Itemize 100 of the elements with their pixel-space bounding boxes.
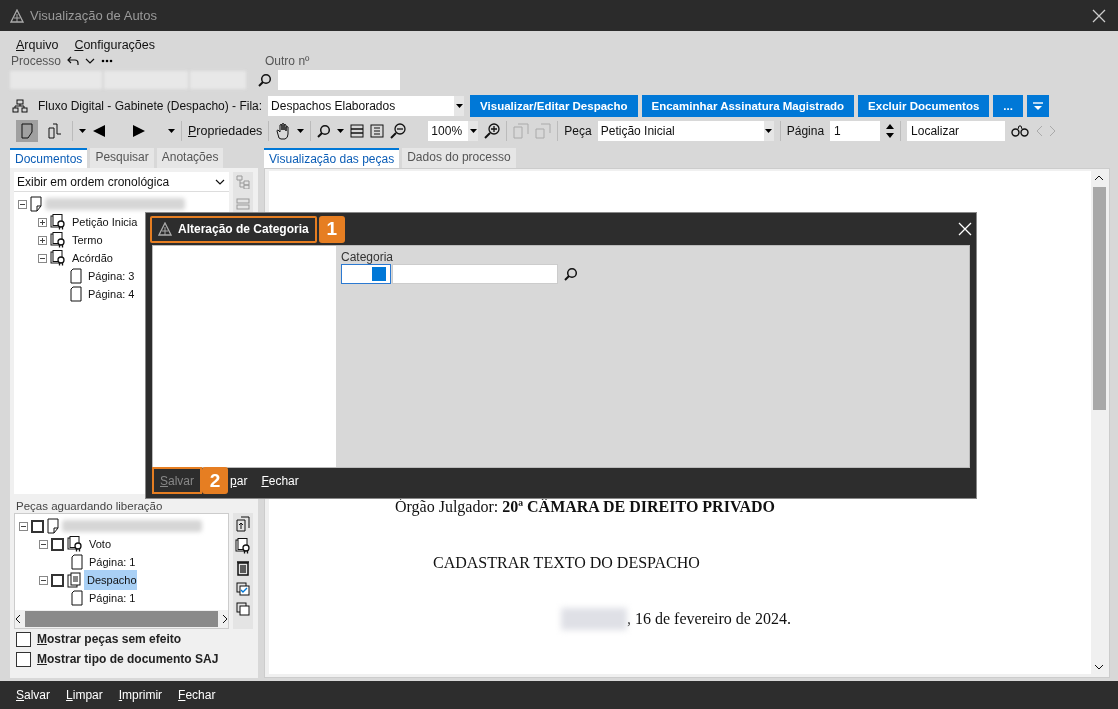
check-all-icon[interactable] xyxy=(236,582,250,596)
footer-button[interactable]: Limpar xyxy=(66,688,103,702)
action-button[interactable]: Encaminhar Assinatura Magistrado xyxy=(641,94,855,117)
collapse-icon[interactable] xyxy=(39,575,48,585)
checkbox[interactable] xyxy=(51,537,64,551)
checkbox[interactable] xyxy=(16,631,31,647)
dialog-title: Alteração de Categoria xyxy=(150,215,317,243)
tab[interactable]: Documentos xyxy=(10,148,88,168)
checkbox-label[interactable]: Mostrar peças sem efeito xyxy=(37,632,182,646)
field-label: Processo xyxy=(11,54,62,68)
tree-item[interactable]: Página: 3 xyxy=(85,269,138,283)
logo-icon xyxy=(158,222,172,236)
collapse-icon[interactable] xyxy=(18,199,27,209)
dropdown-arrow-icon[interactable] xyxy=(79,128,86,133)
footer-button[interactable]: Fechar xyxy=(178,688,216,702)
menu-item[interactable]: Arquivo xyxy=(16,37,59,52)
search-icon[interactable] xyxy=(258,73,272,87)
collapse-icon[interactable] xyxy=(38,253,47,263)
fit-page-icon[interactable] xyxy=(370,123,385,138)
dropdown-arrow-icon[interactable] xyxy=(337,128,345,133)
dropdown-arrow-icon[interactable] xyxy=(469,128,477,133)
tree-item[interactable]: Petição Inicia xyxy=(69,215,141,229)
page-view-icon xyxy=(21,122,33,139)
dropdown-arrow-icon[interactable] xyxy=(297,128,305,133)
binoculars-icon[interactable] xyxy=(1011,124,1030,137)
zoom-out-icon[interactable] xyxy=(390,122,407,139)
expand-icon[interactable] xyxy=(38,217,47,227)
footer-button[interactable]: Salvar xyxy=(16,688,51,702)
close-icon[interactable] xyxy=(1092,8,1106,23)
zoom-select[interactable]: 100% xyxy=(428,120,479,141)
scroll-down-icon[interactable] xyxy=(1094,664,1104,670)
search-icon[interactable] xyxy=(317,123,332,138)
trash-icon[interactable] xyxy=(237,560,249,576)
dropdown-arrow-icon[interactable] xyxy=(455,103,463,108)
tree-item[interactable]: Acórdão xyxy=(69,251,116,265)
scrollbar-thumb[interactable] xyxy=(1092,187,1106,410)
collapse-icon[interactable] xyxy=(39,539,48,549)
expand-icon[interactable] xyxy=(38,235,47,245)
find-field[interactable]: Localizar xyxy=(907,120,1006,141)
dropdown-arrow-icon[interactable] xyxy=(168,128,175,133)
action-button[interactable]: Excluir Documentos xyxy=(858,94,990,117)
tree-item[interactable]: Página: 1 xyxy=(86,555,139,569)
logo-icon xyxy=(10,8,24,23)
page-icon xyxy=(71,590,83,606)
clipboard-icon xyxy=(67,572,81,588)
code-field[interactable] xyxy=(341,264,391,284)
next-icon[interactable] xyxy=(132,123,146,138)
dialog-button[interactable]: par xyxy=(230,473,248,488)
tree-item[interactable]: Página: 4 xyxy=(85,287,138,301)
dropdown-arrow-icon[interactable] xyxy=(765,128,773,133)
scroll-right-icon[interactable] xyxy=(222,614,228,624)
menu-item[interactable]: Configurações xyxy=(74,37,155,52)
document-icon xyxy=(47,518,59,534)
checkbox-label[interactable]: Mostrar tipo de documento SAJ xyxy=(37,652,219,666)
flowchart-icon xyxy=(12,98,28,113)
properties-button[interactable]: Propriedades xyxy=(188,123,263,138)
zoom-in-icon[interactable] xyxy=(484,122,501,139)
chevron-down-icon[interactable] xyxy=(215,178,225,185)
tree-item[interactable]: Página: 1 xyxy=(86,591,139,605)
number-field[interactable] xyxy=(278,70,400,90)
scroll-up-icon[interactable] xyxy=(1094,175,1104,181)
tree-item[interactable]: Despacho xyxy=(84,570,137,590)
piece-select[interactable]: Petição Inicial xyxy=(597,120,774,141)
category-field[interactable] xyxy=(392,264,558,284)
search-icon[interactable] xyxy=(564,267,578,281)
tree-item[interactable]: Termo xyxy=(69,233,106,247)
field-label: Peça xyxy=(564,123,592,138)
release-icon[interactable] xyxy=(236,516,250,532)
text-selection xyxy=(372,267,386,281)
view-toggle[interactable] xyxy=(16,119,38,142)
chevron-down-icon[interactable] xyxy=(85,58,96,64)
undo-icon[interactable] xyxy=(67,56,80,66)
checkbox[interactable] xyxy=(16,651,31,667)
page-icon xyxy=(71,554,83,570)
field-label: Categoria xyxy=(341,250,395,264)
action-button[interactable]: ... xyxy=(993,94,1023,117)
action-button[interactable]: Visualizar/Editar Despacho xyxy=(470,94,638,117)
copy-icon[interactable] xyxy=(236,602,250,616)
menu-button[interactable] xyxy=(1026,94,1049,117)
queue-select[interactable]: Despachos Elaborados xyxy=(268,95,465,116)
scrollbar-thumb[interactable] xyxy=(25,611,218,627)
tab[interactable]: Anotações xyxy=(156,148,224,168)
dialog-button[interactable]: Fechar xyxy=(261,473,299,488)
fit-width-icon[interactable] xyxy=(350,123,365,138)
tab[interactable]: Pesquisar xyxy=(90,148,154,168)
tree-item[interactable]: Voto xyxy=(86,537,115,551)
certificate-icon xyxy=(235,538,251,554)
collapse-icon[interactable] xyxy=(19,521,28,531)
tab[interactable]: Dados do processo xyxy=(402,148,516,168)
more-icon[interactable] xyxy=(101,59,114,63)
page-field[interactable]: 1 xyxy=(830,120,881,141)
checkbox[interactable] xyxy=(51,573,64,587)
tab[interactable]: Visualização das peças xyxy=(264,148,400,168)
scroll-left-icon[interactable] xyxy=(15,614,21,624)
footer-button[interactable]: Imprimir xyxy=(118,688,163,702)
previous-icon[interactable] xyxy=(92,123,106,138)
callout-badge: 2 xyxy=(202,467,229,494)
spinner-icon[interactable] xyxy=(886,122,895,139)
hand-icon[interactable] xyxy=(275,121,292,140)
checkbox[interactable] xyxy=(31,519,44,533)
